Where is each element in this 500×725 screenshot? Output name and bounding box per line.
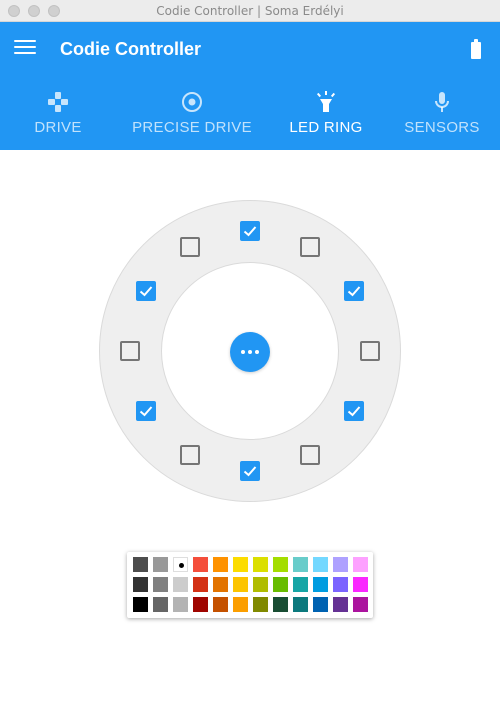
color-swatch[interactable] <box>333 577 348 592</box>
color-swatch[interactable] <box>233 597 248 612</box>
led-checkbox[interactable] <box>240 221 260 241</box>
color-swatch[interactable] <box>273 557 288 572</box>
palette-row <box>133 577 373 592</box>
battery-full-icon <box>471 39 481 59</box>
color-swatch[interactable] <box>333 597 348 612</box>
tab-sensors[interactable]: SENSORS <box>398 90 486 150</box>
target-icon <box>128 90 256 114</box>
tab-led-ring[interactable]: LED RING <box>282 90 370 150</box>
color-swatch[interactable] <box>153 577 168 592</box>
more-horizontal-icon <box>241 350 245 354</box>
led-checkbox[interactable] <box>343 401 364 421</box>
tab-sensors-label: SENSORS <box>404 119 480 136</box>
led-checkbox[interactable] <box>180 237 200 258</box>
tab-precise-drive-label: PRECISE DRIVE <box>132 119 252 136</box>
app-bar: Codie Controller DRIVE PRECISE DRIVE LED… <box>0 22 500 150</box>
window-titlebar: Codie Controller | Soma Erdélyi <box>0 0 500 22</box>
color-palette <box>127 552 373 618</box>
led-checkbox[interactable] <box>343 281 364 301</box>
more-dot <box>248 350 252 354</box>
gamepad-icon <box>18 90 98 114</box>
color-swatch[interactable] <box>173 577 188 592</box>
tab-drive-label: DRIVE <box>34 119 82 136</box>
color-swatch[interactable] <box>193 597 208 612</box>
led-ring-panel <box>0 150 500 550</box>
app-title: Codie Controller <box>60 39 202 59</box>
led-checkbox[interactable] <box>136 401 157 421</box>
color-swatch[interactable] <box>313 597 328 612</box>
color-swatch[interactable] <box>133 597 148 612</box>
microphone-icon <box>398 90 486 114</box>
color-swatch[interactable] <box>233 577 248 592</box>
color-swatch[interactable] <box>153 597 168 612</box>
color-swatch[interactable] <box>213 597 228 612</box>
tab-drive[interactable]: DRIVE <box>18 90 98 150</box>
color-swatch[interactable] <box>293 557 308 572</box>
led-checkbox[interactable] <box>136 281 157 301</box>
color-swatch[interactable] <box>213 557 228 572</box>
led-checkbox[interactable] <box>180 444 200 465</box>
color-swatch[interactable] <box>313 577 328 592</box>
led-ring-options-button[interactable] <box>230 332 270 372</box>
led-checkbox[interactable] <box>300 444 320 465</box>
color-swatch[interactable] <box>213 577 228 592</box>
color-swatch[interactable] <box>173 597 188 612</box>
tab-bar: DRIVE PRECISE DRIVE LED RING SENSORS <box>0 90 500 150</box>
more-dot <box>255 350 259 354</box>
led-checkbox[interactable] <box>240 461 260 481</box>
light-icon <box>282 90 370 114</box>
color-swatch[interactable] <box>293 577 308 592</box>
color-swatch[interactable] <box>193 577 208 592</box>
color-swatch[interactable] <box>153 557 168 572</box>
color-swatch[interactable] <box>313 557 328 572</box>
palette-row <box>133 597 373 612</box>
led-checkbox[interactable] <box>300 237 320 258</box>
color-swatch[interactable] <box>333 557 348 572</box>
color-swatch[interactable] <box>253 557 268 572</box>
color-swatch[interactable] <box>353 577 368 592</box>
color-swatch[interactable] <box>233 557 248 572</box>
window-title: Codie Controller | Soma Erdélyi <box>156 4 344 18</box>
color-swatch[interactable] <box>173 557 188 572</box>
color-swatch[interactable] <box>133 557 148 572</box>
color-swatch[interactable] <box>353 557 368 572</box>
color-swatch[interactable] <box>353 597 368 612</box>
led-checkbox[interactable] <box>360 341 380 361</box>
palette-row <box>133 557 373 572</box>
led-checkbox[interactable] <box>120 341 140 361</box>
color-swatch[interactable] <box>273 597 288 612</box>
color-swatch[interactable] <box>193 557 208 572</box>
tab-precise-drive[interactable]: PRECISE DRIVE <box>128 90 256 150</box>
color-swatch[interactable] <box>293 597 308 612</box>
tab-led-ring-label: LED RING <box>289 119 363 136</box>
color-swatch[interactable] <box>253 597 268 612</box>
color-swatch[interactable] <box>253 577 268 592</box>
color-swatch[interactable] <box>133 577 148 592</box>
color-swatch[interactable] <box>273 577 288 592</box>
menu-icon[interactable] <box>14 40 36 58</box>
